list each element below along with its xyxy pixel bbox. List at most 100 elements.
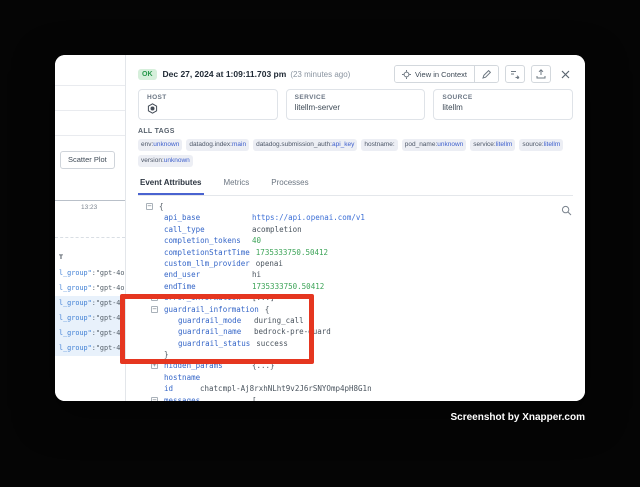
tag[interactable]: datadog.index:main xyxy=(186,139,249,151)
json-key[interactable]: hostname xyxy=(164,372,200,383)
tab[interactable]: Event Attributes xyxy=(138,173,204,195)
tag-key: version: xyxy=(141,157,164,164)
view-in-context-button[interactable]: View in Context xyxy=(395,66,474,82)
list-item-value: :"gpt-4o xyxy=(92,344,125,352)
json-value: success xyxy=(256,339,288,348)
event-detail-panel: OK Dec 27, 2024 at 1:09:11.703 pm (23 mi… xyxy=(125,55,585,401)
tag-value: unknown xyxy=(164,157,190,164)
json-key[interactable]: guardrail_status xyxy=(178,338,250,349)
json-key[interactable]: completion_tokens xyxy=(164,235,246,246)
tag-value: litellm xyxy=(544,141,561,148)
all-tags-section: ALL TAGS env:unknown datadog.index:main … xyxy=(138,128,573,167)
tag[interactable]: datadog.submission_auth:api_key xyxy=(253,139,357,151)
json-tree: { api_base https://api.openai.com/v1 call… xyxy=(138,201,573,401)
service-box[interactable]: SERVICE litellm-server xyxy=(286,89,426,120)
list-item-key: l_group" xyxy=(59,269,92,277)
host-hexagon-icon xyxy=(147,103,269,114)
source-box-label: SOURCE xyxy=(442,94,564,101)
json-row: custom_llm_provider openai xyxy=(138,258,573,269)
divider xyxy=(55,85,125,86)
list-item-key: l_group" xyxy=(59,299,92,307)
json-row: call_typeacompletion xyxy=(138,224,573,235)
json-key[interactable]: custom_llm_provider xyxy=(164,258,250,269)
list-item[interactable]: l_group":"gpt-4o xyxy=(55,341,125,356)
list-item[interactable]: l_group":"gpt-4o xyxy=(55,281,125,296)
json-value: https://api.openai.com/v1 xyxy=(252,213,365,222)
tag[interactable]: pod_name:unknown xyxy=(402,139,467,151)
scatter-plot-button[interactable]: Scatter Plot xyxy=(60,151,115,169)
json-key[interactable]: guardrail_mode xyxy=(178,315,248,326)
json-key[interactable]: guardrail_information xyxy=(164,304,259,315)
json-row: guardrail_status success xyxy=(138,338,573,349)
json-key[interactable]: end_user xyxy=(164,269,246,280)
expander-icon[interactable] xyxy=(151,397,158,401)
list-item-key: l_group" xyxy=(59,344,92,352)
tag-key: datadog.index: xyxy=(189,141,232,148)
json-punctuation: [ xyxy=(252,396,257,401)
screenshot-stage: Scatter Plot 13:23 T l_group":"gpt-4o l_… xyxy=(0,0,640,487)
export-button[interactable] xyxy=(531,65,551,83)
export-icon xyxy=(536,69,546,79)
tab[interactable]: Metrics xyxy=(222,173,252,195)
expander-icon[interactable] xyxy=(151,294,158,301)
host-box[interactable]: HOST xyxy=(138,89,278,120)
json-value: openai xyxy=(256,259,283,268)
json-key[interactable]: id xyxy=(164,383,194,394)
json-key[interactable]: messages xyxy=(164,395,246,401)
crosshair-icon xyxy=(402,70,411,79)
json-value: bedrock-pre-guard xyxy=(254,327,331,336)
source-box[interactable]: SOURCE litellm xyxy=(433,89,573,120)
json-value: 1735333750.50412 xyxy=(252,282,324,291)
json-punctuation: { xyxy=(265,305,270,314)
tab[interactable]: Processes xyxy=(269,173,310,195)
divider xyxy=(55,110,125,111)
service-box-value: litellm-server xyxy=(295,103,417,112)
tag[interactable]: version:unknown xyxy=(138,155,193,167)
view-in-context-label: View in Context xyxy=(415,70,467,79)
list-item[interactable]: l_group":"gpt-4o xyxy=(55,296,125,311)
related-traces-button[interactable] xyxy=(505,65,525,83)
json-key[interactable]: hidden_params xyxy=(164,360,246,371)
all-tags-label: ALL TAGS xyxy=(138,128,573,135)
list-item-value: :"gpt-4o xyxy=(92,329,125,337)
tag-value: unknown xyxy=(153,141,179,148)
source-box-value: litellm xyxy=(442,103,564,112)
expander-icon[interactable] xyxy=(151,306,158,313)
event-header: OK Dec 27, 2024 at 1:09:11.703 pm (23 mi… xyxy=(126,55,585,85)
json-key[interactable]: error_information xyxy=(164,292,246,303)
tag-key: env: xyxy=(141,141,153,148)
list-column-header: T xyxy=(59,254,63,261)
list-item[interactable]: l_group":"gpt-4o xyxy=(55,266,125,281)
json-row: guardrail_name bedrock-pre-guard xyxy=(138,326,573,337)
json-key[interactable]: guardrail_name xyxy=(178,326,248,337)
expander-icon[interactable] xyxy=(146,203,153,210)
close-button[interactable] xyxy=(557,66,573,82)
edit-button[interactable] xyxy=(474,66,498,82)
tag[interactable]: env:unknown xyxy=(138,139,182,151)
tag-key: hostname: xyxy=(364,141,394,148)
tag[interactable]: service:litellm xyxy=(470,139,515,151)
json-value: 40 xyxy=(252,236,261,245)
json-row: hostname xyxy=(138,372,573,383)
list-item[interactable]: l_group":"gpt-4o xyxy=(55,311,125,326)
expander-icon[interactable] xyxy=(151,362,158,369)
json-value: during_call xyxy=(254,316,304,325)
app-window: Scatter Plot 13:23 T l_group":"gpt-4o l_… xyxy=(55,55,585,401)
tag-list: env:unknown datadog.index:main datadog.s… xyxy=(138,139,573,167)
tag[interactable]: hostname: xyxy=(361,139,397,151)
json-key[interactable]: api_base xyxy=(164,212,246,223)
json-row: error_information [...] xyxy=(138,292,573,303)
json-row: idchatcmpl-Aj8rxhNLht9v2J6rSNYOmp4pH8G1n xyxy=(138,383,573,394)
event-timestamp: Dec 27, 2024 at 1:09:11.703 pm xyxy=(163,69,287,79)
tag-value: api_key xyxy=(332,141,354,148)
json-row: api_base https://api.openai.com/v1 xyxy=(138,212,573,223)
chart-gridline xyxy=(55,237,125,238)
json-key[interactable]: completionStartTime xyxy=(164,247,250,258)
tag[interactable]: source:litellm xyxy=(519,139,563,151)
json-key[interactable]: endTime xyxy=(164,281,246,292)
tag-key: source: xyxy=(522,141,543,148)
json-key[interactable]: call_type xyxy=(164,224,246,235)
json-punctuation: [...] xyxy=(252,293,275,302)
list-item-value: :"gpt-4o xyxy=(92,284,125,292)
list-item[interactable]: l_group":"gpt-4o xyxy=(55,326,125,341)
